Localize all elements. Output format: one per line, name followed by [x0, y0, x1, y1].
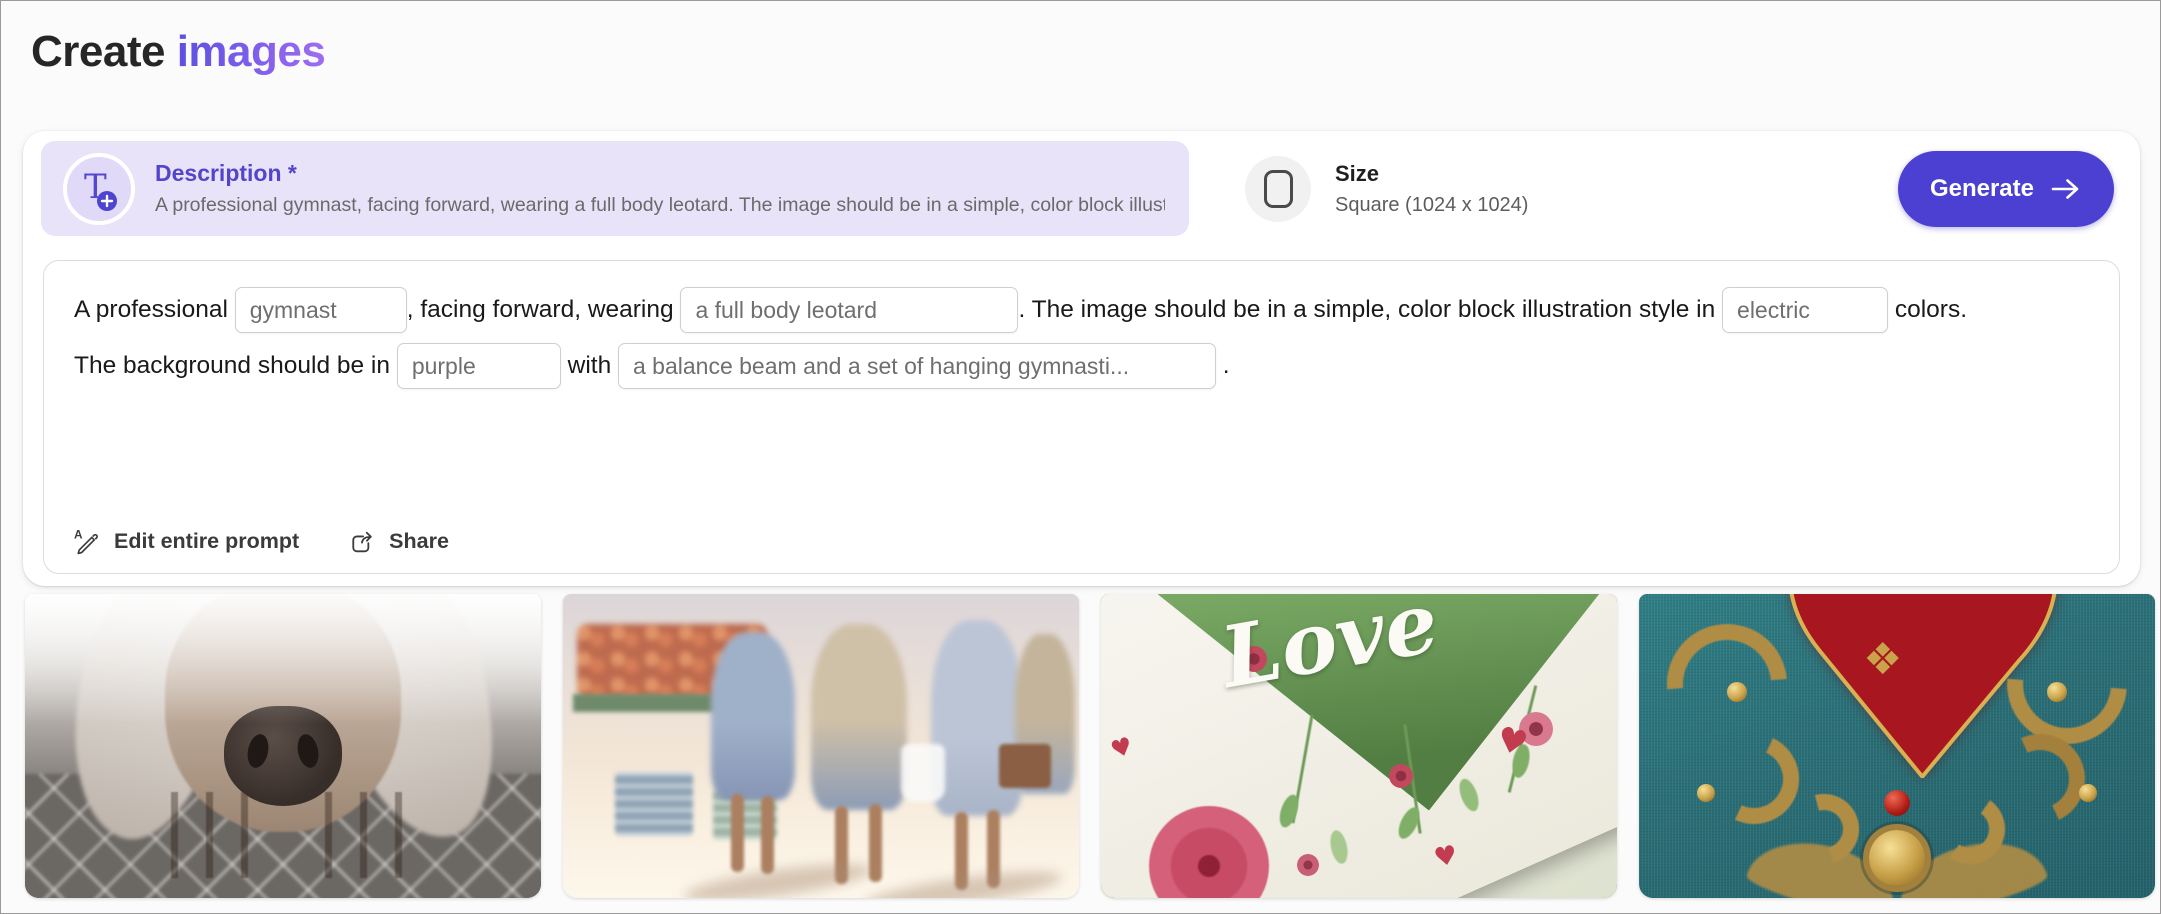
- square-icon: [1245, 156, 1311, 222]
- gallery-item-dog[interactable]: [25, 594, 541, 898]
- page-title: Create images: [31, 27, 325, 77]
- prompt-field-color-style[interactable]: [1722, 287, 1888, 333]
- gallery-item-love-card[interactable]: ♥ ♥ ♥ Love: [1101, 594, 1617, 898]
- prompt-field-background-color[interactable]: [397, 343, 561, 389]
- svg-text:A: A: [74, 528, 83, 542]
- prompt-field-outfit[interactable]: [680, 287, 1018, 333]
- generate-button[interactable]: Generate: [1898, 151, 2114, 227]
- prompt-line-1: A professional , facing forward, wearing…: [74, 287, 2089, 333]
- prompt-text: A professional: [74, 296, 235, 324]
- page-title-accent: images: [177, 27, 326, 76]
- toolbar-row: T Description * A professional gymnast, …: [41, 141, 2114, 236]
- share-icon: [349, 528, 376, 555]
- heart-ornament: ❖: [1863, 634, 1902, 685]
- prompt-field-person[interactable]: [235, 287, 407, 333]
- size-texts: Size Square (1024 x 1024): [1335, 161, 1528, 217]
- prompt-text: .: [1216, 352, 1230, 380]
- description-preview: A professional gymnast, facing forward, …: [155, 194, 1165, 217]
- prompt-text: with: [561, 352, 618, 380]
- generate-label: Generate: [1930, 175, 2034, 203]
- prompt-text: . The image should be in a simple, color…: [1018, 296, 1722, 324]
- size-option[interactable]: Size Square (1024 x 1024): [1245, 156, 1528, 222]
- prompt-field-background-props[interactable]: [618, 343, 1216, 389]
- edit-text-icon: A: [74, 528, 101, 555]
- share-label: Share: [389, 529, 449, 554]
- size-value: Square (1024 x 1024): [1335, 194, 1528, 217]
- create-images-page: Create images T Description * A professi…: [0, 0, 2161, 914]
- prompt-lines: A professional , facing forward, wearing…: [44, 261, 2119, 389]
- share-button[interactable]: Share: [349, 528, 449, 555]
- edit-entire-prompt-button[interactable]: A Edit entire prompt: [74, 528, 299, 555]
- prompt-card: T Description * A professional gymnast, …: [23, 131, 2140, 586]
- prompt-editor: A professional , facing forward, wearing…: [43, 260, 2120, 574]
- arrow-right-icon: [2050, 176, 2082, 202]
- description-chip[interactable]: T Description * A professional gymnast, …: [41, 141, 1189, 236]
- prompt-text: The background should be in: [74, 352, 397, 380]
- prompt-line-2: The background should be in with .: [74, 343, 2089, 389]
- prompt-text: colors.: [1888, 296, 1967, 324]
- heart-glyph: ♥: [1431, 840, 1459, 874]
- gallery-item-market[interactable]: [563, 594, 1079, 898]
- description-label: Description *: [155, 160, 1165, 187]
- generated-images-gallery: ♥ ♥ ♥ Love ♥ ❖: [25, 594, 2155, 898]
- description-texts: Description * A professional gymnast, fa…: [155, 160, 1165, 217]
- gallery-item-embroidered-heart[interactable]: ♥ ❖: [1639, 594, 2155, 898]
- edit-entire-prompt-label: Edit entire prompt: [114, 529, 299, 554]
- text-add-icon: T: [63, 153, 135, 225]
- size-label: Size: [1335, 161, 1528, 187]
- prompt-text: , facing forward, wearing: [407, 296, 681, 324]
- prompt-actions: A Edit entire prompt Share: [74, 528, 449, 555]
